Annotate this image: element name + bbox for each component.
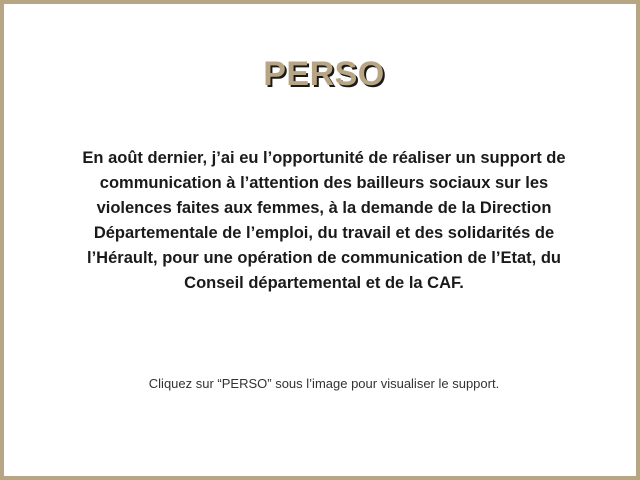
- card-note: Cliquez sur “PERSO” sous l’image pour vi…: [148, 376, 500, 391]
- card-frame: PERSO En août dernier, j’ai eu l’opportu…: [0, 0, 640, 480]
- card-title: PERSO: [263, 55, 385, 93]
- card-description: En août dernier, j’ai eu l’opportunité d…: [82, 149, 566, 292]
